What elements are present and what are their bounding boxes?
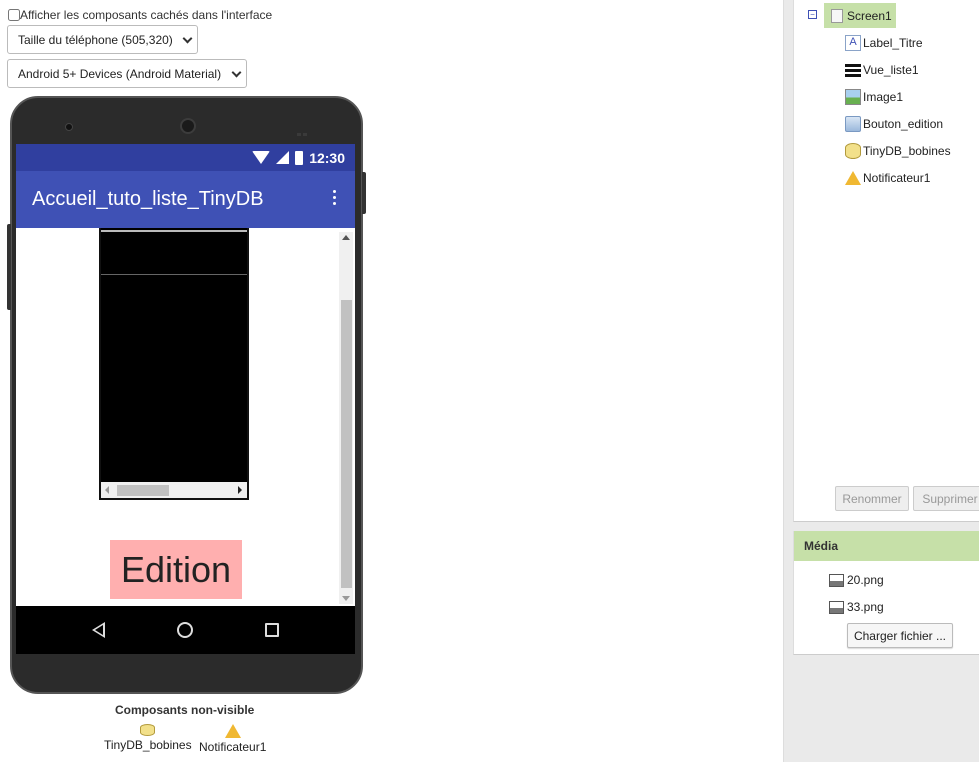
theme-select[interactable]: Android 5+ Devices (Android Material)	[7, 59, 247, 88]
tree-item-notificateur1[interactable]: Notificateur1	[845, 169, 930, 187]
media-file-item[interactable]: 20.png	[829, 573, 884, 587]
app-bar: Accueil_tuto_liste_TinyDB	[16, 171, 355, 228]
warning-icon	[224, 724, 241, 738]
show-hidden-checkbox-row[interactable]: Afficher les composants cachés dans l'in…	[8, 8, 272, 22]
edition-button[interactable]: Edition	[110, 540, 242, 599]
tree-item-label: TinyDB_bobines	[863, 144, 951, 158]
front-camera-icon	[65, 123, 73, 131]
app-title: Accueil_tuto_liste_TinyDB	[32, 188, 264, 210]
sensor-icon	[297, 125, 313, 136]
tree-item-label: Label_Titre	[863, 36, 923, 50]
component-tree: − Screen1 A Label_Titre Vue_liste1 Image…	[793, 0, 979, 522]
list-view-component[interactable]	[99, 228, 249, 500]
label-icon: A	[845, 35, 861, 51]
tree-item-label: Image1	[863, 90, 904, 104]
phone-mockup: 12:30 Accueil_tuto_liste_TinyDB Edition	[7, 96, 366, 694]
scroll-left-arrow-icon[interactable]	[105, 486, 109, 494]
tree-item-bouton-edition[interactable]: Bouton_edition	[845, 115, 943, 133]
phone-size-value: Taille du téléphone (505,320)	[18, 32, 173, 47]
listview-icon	[845, 62, 861, 78]
list-horizontal-scrollbar[interactable]	[101, 482, 247, 498]
home-icon[interactable]	[177, 622, 193, 638]
screen-content: Edition	[16, 228, 355, 606]
show-hidden-checkbox[interactable]	[8, 9, 20, 21]
status-bar: 12:30	[16, 144, 355, 171]
phone-size-select[interactable]: Taille du téléphone (505,320)	[7, 25, 198, 54]
scroll-up-arrow-icon[interactable]	[342, 235, 350, 240]
upload-file-button[interactable]: Charger fichier ...	[847, 623, 953, 648]
screen-vertical-scrollbar[interactable]	[339, 232, 353, 604]
database-icon	[140, 724, 156, 736]
delete-button[interactable]: Supprimer	[913, 486, 979, 511]
chevron-down-icon	[182, 33, 193, 44]
signal-icon	[276, 151, 290, 164]
power-button	[362, 172, 366, 214]
tree-item-label: Bouton_edition	[863, 117, 944, 131]
volume-button	[7, 224, 11, 310]
back-icon[interactable]	[92, 622, 105, 638]
tree-item-vue-liste1[interactable]: Vue_liste1	[845, 61, 919, 79]
wifi-icon	[252, 151, 271, 164]
image-file-icon	[829, 600, 844, 614]
media-panel: Média 20.png 33.png Charger fichier ...	[793, 531, 979, 655]
nonvisible-item[interactable]: Notificateur1	[199, 724, 266, 754]
nonvisible-item[interactable]: TinyDB_bobines	[104, 724, 192, 752]
media-title: Média	[794, 531, 979, 561]
media-file-label: 33.png	[847, 600, 884, 614]
media-file-item[interactable]: 33.png	[829, 600, 884, 614]
theme-value: Android 5+ Devices (Android Material)	[18, 66, 222, 81]
scroll-down-arrow-icon[interactable]	[342, 596, 350, 601]
list-divider	[101, 274, 247, 275]
tree-item-tinydb-bobines[interactable]: TinyDB_bobines	[845, 142, 951, 160]
tree-item-label: Vue_liste1	[863, 63, 919, 77]
image-file-icon	[829, 573, 844, 587]
navigation-bar	[16, 606, 355, 654]
phone-screen: 12:30 Accueil_tuto_liste_TinyDB Edition	[16, 144, 355, 654]
button-icon	[845, 116, 861, 132]
scroll-thumb[interactable]	[341, 300, 352, 588]
tree-item-label: Screen1	[847, 8, 892, 23]
rename-button[interactable]: Renommer	[835, 486, 909, 511]
status-time: 12:30	[309, 149, 345, 166]
nonvisible-item-label: Notificateur1	[199, 740, 267, 754]
list-divider	[101, 230, 247, 232]
recent-apps-icon[interactable]	[265, 623, 279, 637]
nonvisible-item-label: TinyDB_bobines	[104, 738, 192, 752]
collapse-toggle-icon[interactable]: −	[808, 10, 817, 19]
warning-icon	[845, 171, 861, 185]
viewer-panel: Afficher les composants cachés dans l'in…	[0, 0, 783, 762]
designer-root: Afficher les composants cachés dans l'in…	[0, 0, 979, 762]
scroll-thumb[interactable]	[117, 485, 169, 496]
battery-icon	[295, 150, 304, 165]
phone-top-bezel	[12, 98, 361, 146]
chevron-down-icon	[231, 67, 242, 78]
database-icon	[845, 143, 861, 159]
earpiece-icon	[180, 118, 196, 134]
tree-item-image1[interactable]: Image1	[845, 88, 903, 106]
show-hidden-label: Afficher les composants cachés dans l'in…	[20, 8, 273, 22]
tree-item-label-titre[interactable]: A Label_Titre	[845, 34, 923, 52]
tree-item-screen1[interactable]: Screen1	[824, 3, 896, 28]
scroll-right-arrow-icon[interactable]	[238, 486, 242, 494]
screen-icon	[831, 8, 843, 23]
image-icon	[845, 89, 861, 105]
nonvisible-title: Composants non-visible	[115, 703, 255, 717]
tree-item-label: Notificateur1	[863, 171, 931, 185]
media-file-label: 20.png	[847, 573, 884, 587]
overflow-menu-icon[interactable]	[333, 190, 337, 208]
components-pane: − Screen1 A Label_Titre Vue_liste1 Image…	[783, 0, 979, 762]
